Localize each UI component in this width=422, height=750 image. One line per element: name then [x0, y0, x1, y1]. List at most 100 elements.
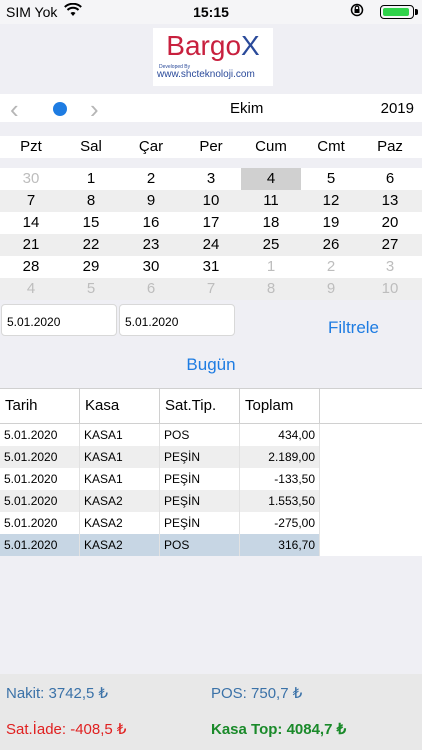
calendar-day[interactable]: 4 — [1, 280, 61, 297]
cell-sale-type: POS — [160, 534, 240, 556]
calendar-day[interactable]: 9 — [121, 192, 181, 209]
weekday-label: Cmt — [317, 138, 345, 155]
column-header-date[interactable]: Tarih — [0, 389, 80, 423]
cell-date: 5.01.2020 — [0, 490, 80, 512]
current-month-dot-icon[interactable] — [53, 102, 67, 116]
calendar-day[interactable]: 21 — [1, 236, 61, 253]
weekday-label: Paz — [377, 138, 403, 155]
calendar-day[interactable]: 2 — [121, 170, 181, 187]
cell-sale-type: PEŞİN — [160, 468, 240, 490]
calendar-grid: 30 1 2 3 4 5 6 7 8 9 10 11 12 13 14 15 1… — [0, 168, 422, 300]
next-month-button[interactable]: › — [90, 94, 99, 125]
today-button[interactable]: Bugün — [0, 355, 422, 375]
filter-button[interactable]: Filtrele — [328, 318, 379, 338]
year-label: 2019 — [380, 100, 414, 117]
table-row[interactable]: 5.01.2020 KASA2 PEŞİN -275,00 — [0, 512, 422, 534]
column-header-register[interactable]: Kasa — [80, 389, 160, 423]
month-label: Ekim — [230, 100, 264, 117]
calendar-day[interactable]: 9 — [301, 280, 361, 297]
cell-sale-type: PEŞİN — [160, 512, 240, 534]
calendar-day[interactable]: 24 — [181, 236, 241, 253]
table-row[interactable]: 5.01.2020 KASA1 PEŞİN 2.189,00 — [0, 446, 422, 468]
calendar-day[interactable]: 3 — [181, 170, 241, 187]
calendar-week: 30 1 2 3 4 5 6 — [0, 168, 422, 190]
calendar-day[interactable]: 15 — [61, 214, 121, 231]
calendar-day[interactable]: 28 — [1, 258, 61, 275]
cell-total: 434,00 — [240, 424, 320, 446]
bargox-logo: BargoX Developed By www.shcteknoloji.com — [153, 28, 273, 86]
calendar-day[interactable]: 12 — [301, 192, 361, 209]
cell-sale-type: PEŞİN — [160, 490, 240, 512]
cell-date: 5.01.2020 — [0, 512, 80, 534]
table-row[interactable]: 5.01.2020 KASA1 PEŞİN -133,50 — [0, 468, 422, 490]
calendar-day[interactable]: 11 — [241, 192, 301, 209]
cell-date: 5.01.2020 — [0, 468, 80, 490]
start-date-field[interactable]: 5.01.2020 — [1, 304, 117, 336]
cell-register: KASA1 — [80, 424, 160, 446]
calendar-day-selected[interactable]: 4 — [241, 168, 301, 190]
column-header-total[interactable]: Toplam — [240, 389, 320, 423]
table-row[interactable]: 5.01.2020 KASA1 POS 434,00 — [0, 424, 422, 446]
cash-total: Nakit: 3742,5 ₺ — [6, 685, 109, 702]
calendar-day[interactable]: 23 — [121, 236, 181, 253]
table-header: Tarih Kasa Sat.Tip. Toplam — [0, 388, 422, 424]
calendar-day[interactable]: 25 — [241, 236, 301, 253]
calendar-day[interactable]: 13 — [360, 192, 420, 209]
calendar-day[interactable]: 6 — [121, 280, 181, 297]
calendar-day[interactable]: 2 — [301, 258, 361, 275]
end-date-field[interactable]: 5.01.2020 — [119, 304, 235, 336]
calendar-day[interactable]: 14 — [1, 214, 61, 231]
calendar-day[interactable]: 7 — [181, 280, 241, 297]
calendar-day[interactable]: 8 — [61, 192, 121, 209]
calendar-day[interactable]: 6 — [360, 170, 420, 187]
calendar-day[interactable]: 5 — [61, 280, 121, 297]
cell-total: 2.189,00 — [240, 446, 320, 468]
cell-register: KASA2 — [80, 512, 160, 534]
calendar-day[interactable]: 8 — [241, 280, 301, 297]
calendar-day[interactable]: 30 — [121, 258, 181, 275]
cell-register: KASA2 — [80, 534, 160, 556]
calendar-day[interactable]: 20 — [360, 214, 420, 231]
calendar-day[interactable]: 29 — [61, 258, 121, 275]
weekday-header: Pzt Sal Çar Per Cum Cmt Paz — [0, 136, 422, 158]
cell-sale-type: PEŞİN — [160, 446, 240, 468]
calendar-day[interactable]: 7 — [1, 192, 61, 209]
calendar-day[interactable]: 17 — [181, 214, 241, 231]
calendar-day[interactable]: 16 — [121, 214, 181, 231]
cell-total: -275,00 — [240, 512, 320, 534]
calendar-week: 14 15 16 17 18 19 20 — [0, 212, 422, 234]
rotation-lock-icon — [350, 3, 364, 20]
status-bar: SIM Yok 15:15 — [0, 0, 422, 24]
weekday-label: Çar — [138, 138, 164, 155]
calendar-day[interactable]: 10 — [360, 280, 420, 297]
calendar-header: ‹ › Ekim 2019 — [0, 94, 422, 125]
cell-sale-type: POS — [160, 424, 240, 446]
calendar-day[interactable]: 27 — [360, 236, 420, 253]
calendar-day[interactable]: 30 — [1, 170, 61, 187]
prev-month-button[interactable]: ‹ — [10, 94, 19, 125]
cell-total: -133,50 — [240, 468, 320, 490]
cell-date: 5.01.2020 — [0, 534, 80, 556]
register-grand-total: Kasa Top: 4084,7 ₺ — [211, 721, 347, 738]
weekday-label: Pzt — [20, 138, 42, 155]
column-header-sale-type[interactable]: Sat.Tip. — [160, 389, 240, 423]
pos-total: POS: 750,7 ₺ — [211, 685, 303, 702]
calendar-day[interactable]: 26 — [301, 236, 361, 253]
calendar-day[interactable]: 5 — [301, 170, 361, 187]
calendar-day[interactable]: 1 — [61, 170, 121, 187]
calendar-day[interactable]: 18 — [241, 214, 301, 231]
calendar-day[interactable]: 10 — [181, 192, 241, 209]
calendar-week: 7 8 9 10 11 12 13 — [0, 190, 422, 212]
summary-footer: Nakit: 3742,5 ₺ POS: 750,7 ₺ Sat.İade: -… — [0, 674, 422, 750]
calendar-day[interactable]: 1 — [241, 258, 301, 275]
calendar-day[interactable]: 31 — [181, 258, 241, 275]
cell-register: KASA2 — [80, 490, 160, 512]
calendar-day[interactable]: 3 — [360, 258, 420, 275]
table-row-selected[interactable]: 5.01.2020 KASA2 POS 316,70 — [0, 534, 422, 556]
weekday-label: Cum — [255, 138, 287, 155]
calendar-day[interactable]: 19 — [301, 214, 361, 231]
sales-table: 5.01.2020 KASA1 POS 434,00 5.01.2020 KAS… — [0, 424, 422, 556]
calendar-day[interactable]: 22 — [61, 236, 121, 253]
return-total: Sat.İade: -408,5 ₺ — [6, 721, 127, 738]
table-row[interactable]: 5.01.2020 KASA2 PEŞİN 1.553,50 — [0, 490, 422, 512]
